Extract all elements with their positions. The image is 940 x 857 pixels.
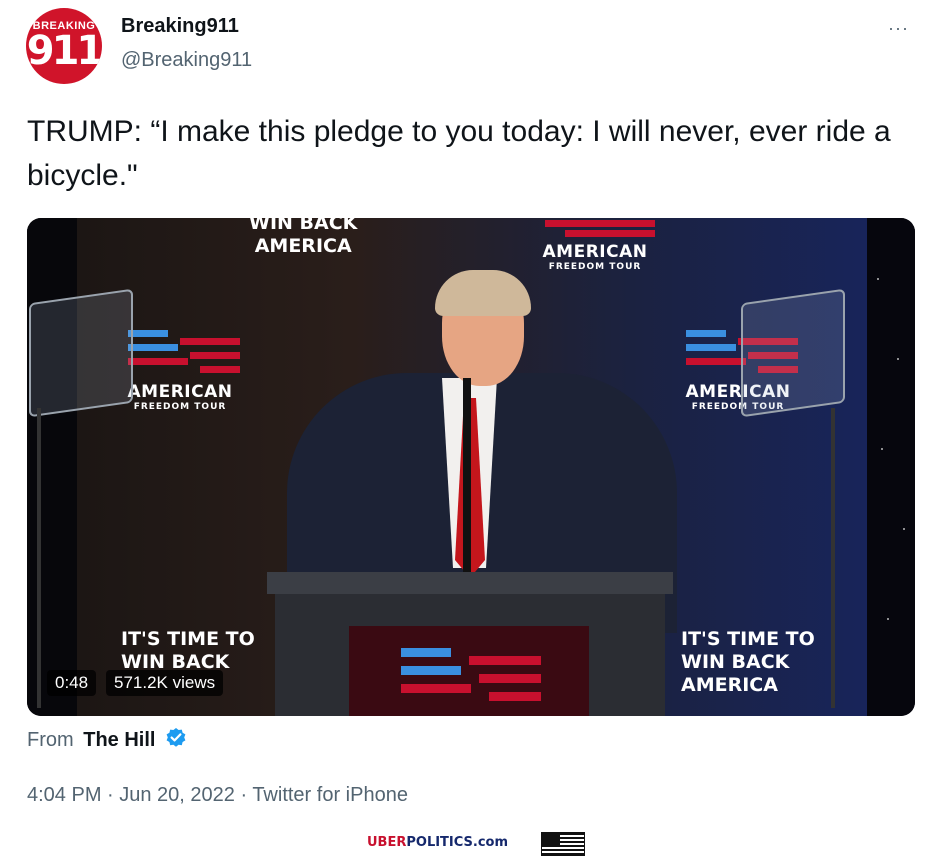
logo-subtext: FREEDOM TOUR <box>133 402 227 412</box>
video-view-count: 571.2K views <box>106 670 224 696</box>
stage-dark-right <box>867 218 915 716</box>
video-player[interactable]: WIN BACK AMERICA AMERICAN FREEDOM TOUR A… <box>27 218 915 716</box>
tweet-text: TRUMP: “I make this pledge to you today:… <box>27 115 891 192</box>
teleprompter-left <box>29 288 133 418</box>
backdrop-slogan-bottom-right: IT'S TIME TO WIN BACK AMERICA <box>681 628 815 697</box>
watermark-part1: UBER <box>367 835 407 850</box>
account-name[interactable]: Breaking911 <box>121 15 239 38</box>
logo-text: AMERICAN <box>127 382 233 402</box>
stage-dark-left <box>27 218 77 716</box>
watermark-part2: POLITICS.com <box>406 835 509 850</box>
backdrop-logo-left: AMERICAN FREEDOM TOUR <box>115 328 245 412</box>
video-duration: 0:48 <box>47 670 97 696</box>
slogan-line: WIN BACK <box>681 651 790 673</box>
site-watermark: UBERPOLITICS.com <box>367 835 508 850</box>
verified-badge-icon <box>165 727 187 755</box>
microphone <box>463 378 471 578</box>
slogan-line: IT'S TIME TO <box>121 628 255 650</box>
podium-top <box>267 572 673 594</box>
logo-subtext: FREEDOM TOUR <box>548 262 642 272</box>
backdrop-logo-top-right: AMERICAN FREEDOM TOUR <box>530 218 660 272</box>
podium-logo-panel <box>349 626 589 716</box>
more-options-icon[interactable]: ··· <box>888 18 909 39</box>
tweet-card: BREAKING 911 Breaking911 @Breaking911 ··… <box>0 0 940 829</box>
teleprompter-pole <box>37 408 41 708</box>
slogan-line: IT'S TIME TO <box>681 628 815 650</box>
avatar-number: 911 <box>26 28 102 74</box>
source-name-link[interactable]: The Hill <box>83 729 155 751</box>
source-prefix: From <box>27 729 74 751</box>
teleprompter-pole <box>831 408 835 708</box>
logo-text: AMERICAN <box>542 242 648 262</box>
account-handle[interactable]: @Breaking911 <box>121 49 252 72</box>
teleprompter-right <box>741 288 845 418</box>
tweet-timestamp[interactable]: 4:04 PM · Jun 20, 2022 · Twitter for iPh… <box>27 784 408 807</box>
slogan-line: WIN BACK <box>249 218 358 234</box>
avatar[interactable]: BREAKING 911 <box>26 8 102 84</box>
source-attribution: From The Hill <box>27 727 187 755</box>
slogan-line: AMERICA <box>681 674 778 696</box>
us-flag-icon <box>541 832 585 856</box>
slogan-line: AMERICA <box>254 235 352 257</box>
backdrop-slogan-top: WIN BACK AMERICA <box>249 218 357 258</box>
backdrop-slogan-bottom-left: IT'S TIME TO WIN BACK <box>121 628 255 674</box>
